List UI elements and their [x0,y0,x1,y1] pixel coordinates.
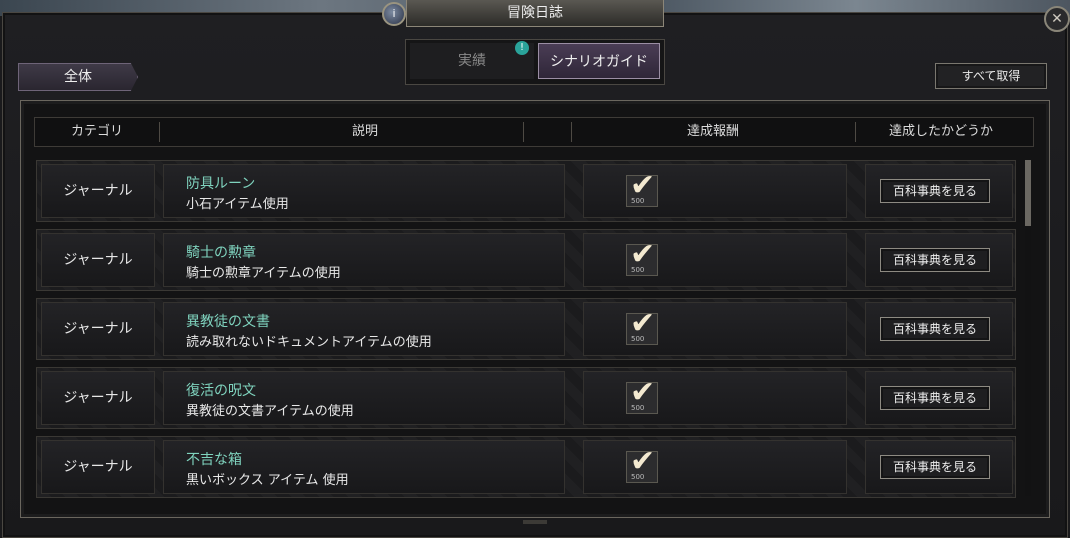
row-description: 騎士の勲章騎士の勲章アイテムの使用 [163,233,565,287]
reward-item[interactable]: ✔ 500 [626,237,658,276]
reward-item[interactable]: ✔ 500 [626,444,658,483]
row-desc-text: 異教徒の文書アイテムの使用 [186,404,354,419]
row-description: 復活の呪文異教徒の文書アイテムの使用 [163,371,565,425]
row-title: 防具ルーン [186,176,256,192]
reward-quantity: 500 [631,404,645,412]
row-status: 百科事典を見る [865,302,1013,356]
row-desc-text: 読み取れないドキュメントアイテムの使用 [186,335,432,350]
row-reward: ✔ 500 [583,302,847,356]
row-reward: ✔ 500 [583,440,847,494]
header-achieved: 達成したかどうか [888,124,993,139]
row-status: 百科事典を見る [865,371,1013,425]
divider [523,520,547,524]
row-title: 騎士の勲章 [186,245,256,261]
filter-all-button[interactable]: 全体 [18,63,138,91]
row-category: ジャーナル [41,302,155,356]
view-encyclopedia-button[interactable]: 百科事典を見る [880,248,990,272]
row-status: 百科事典を見る [865,164,1013,218]
reward-quantity: 500 [631,197,645,205]
row-desc-text: 黒いボックス アイテム 使用 [186,473,349,488]
row-title: 不吉な箱 [186,452,242,468]
row-reward: ✔ 500 [583,164,847,218]
get-all-button[interactable]: すべて取得 [935,63,1047,89]
row-reward: ✔ 500 [583,233,847,287]
row-desc-text: 小石アイテム使用 [186,197,289,212]
row-description: 防具ルーン小石アイテム使用 [163,164,565,218]
reward-item[interactable]: ✔ 500 [626,375,658,414]
reward-quantity: 500 [631,335,645,343]
table-header: カテゴリ 説明 達成報酬 達成したかどうか [34,117,1034,147]
view-encyclopedia-button[interactable]: 百科事典を見る [880,455,990,479]
table-row: ジャーナル 異教徒の文書 読み取れないドキュメントアイテムの使用 ✔ 500 百科事典を見… [36,298,1016,360]
table-row: ジャーナル 防具ルーン 小石アイテム使用 ✔ 500 百科事典を見る [36,160,1016,222]
row-title: 異教徒の文書 [186,314,270,330]
tab-bar: 実績 シナリオガイド [405,39,665,85]
globe-icon: i [382,2,406,26]
row-category: ジャーナル [41,371,155,425]
window-title: 冒険日誌 [406,0,664,27]
row-reward: ✔ 500 [583,371,847,425]
row-desc-text: 騎士の勲章アイテムの使用 [186,266,341,281]
scrollbar-thumb[interactable] [1025,160,1031,226]
reward-item[interactable]: ✔ 500 [626,168,658,207]
table-row: ジャーナル 騎士の勲章 騎士の勲章アイテムの使用 ✔ 500 百科事典を見る [36,229,1016,291]
header-reward: 達成報酬 [686,124,739,139]
table-row: ジャーナル 不吉な箱 黒いボックス アイテム 使用 ✔ 500 百科事典を見る [36,436,1016,498]
reward-item[interactable]: ✔ 500 [626,306,658,345]
view-encyclopedia-button[interactable]: 百科事典を見る [880,317,990,341]
reward-quantity: 500 [631,266,645,274]
row-category: ジャーナル [41,440,155,494]
close-icon: ✕ [1051,11,1063,27]
tab-scenario-guide[interactable]: シナリオガイド [538,43,660,79]
header-category: カテゴリ [70,124,123,139]
notification-badge: ! [515,41,529,55]
close-button[interactable]: ✕ [1044,6,1070,32]
row-description: 異教徒の文書読み取れないドキュメントアイテムの使用 [163,302,565,356]
view-encyclopedia-button[interactable]: 百科事典を見る [880,386,990,410]
header-description: 説明 [351,124,378,139]
view-encyclopedia-button[interactable]: 百科事典を見る [880,179,990,203]
row-category: ジャーナル [41,164,155,218]
row-status: 百科事典を見る [865,440,1013,494]
scrollbar[interactable] [1025,160,1031,496]
row-status: 百科事典を見る [865,233,1013,287]
row-title: 復活の呪文 [186,383,256,399]
row-category: ジャーナル [41,233,155,287]
row-description: 不吉な箱黒いボックス アイテム 使用 [163,440,565,494]
reward-quantity: 500 [631,473,645,481]
table-row: ジャーナル 復活の呪文 異教徒の文書アイテムの使用 ✔ 500 百科事典を見る [36,367,1016,429]
